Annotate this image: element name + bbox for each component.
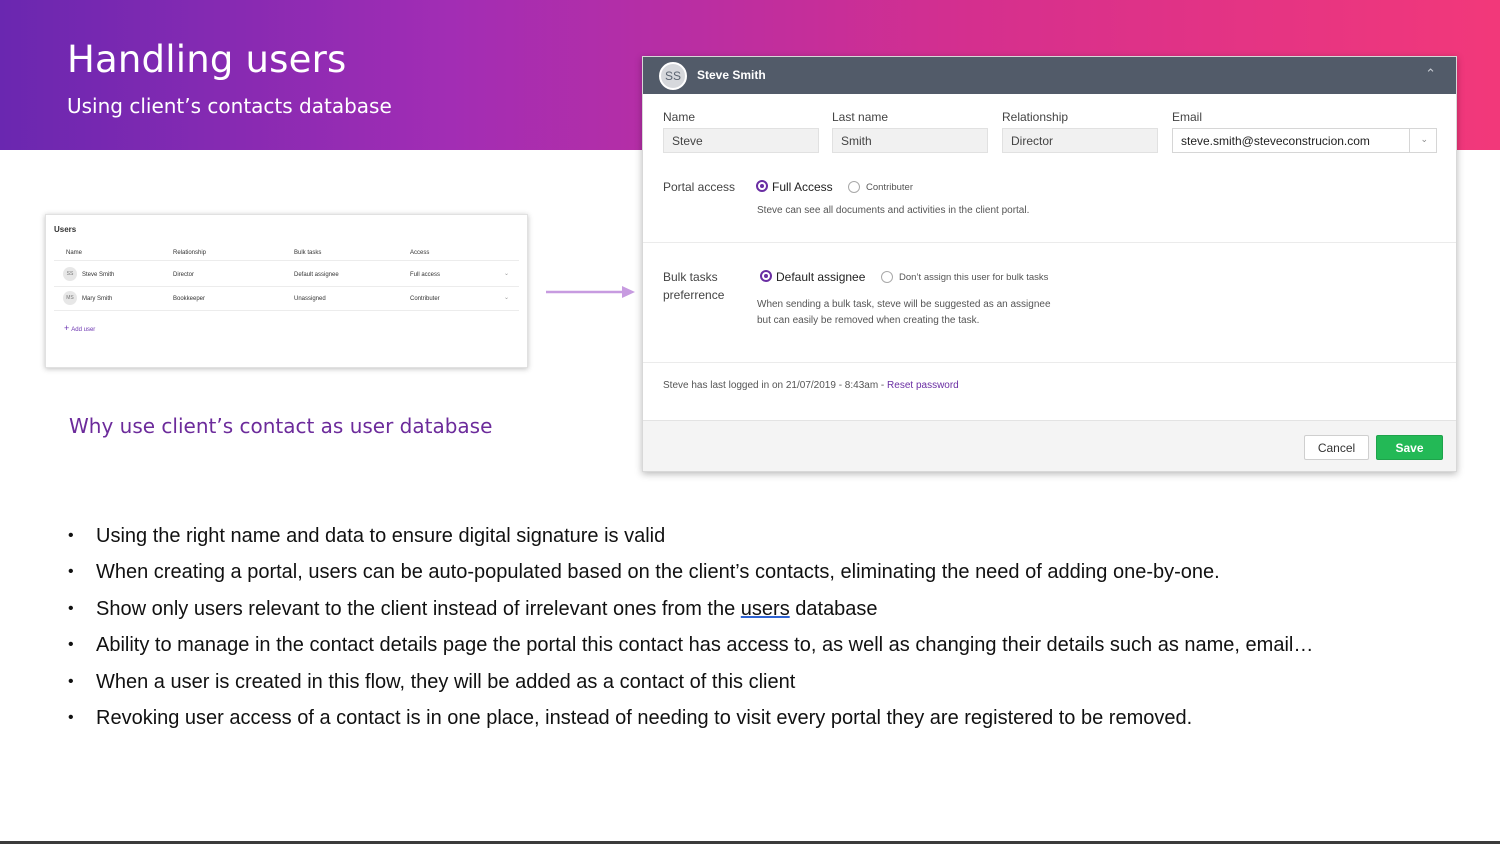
dont-assign-label[interactable]: Don’t assign this user for bulk tasks xyxy=(899,272,1048,283)
bullet-icon: • xyxy=(68,563,74,581)
radio-contributer[interactable] xyxy=(848,181,860,193)
bulk-tasks-label: Bulk tasks preferrence xyxy=(663,268,724,304)
add-user-button[interactable]: + Add user xyxy=(64,323,95,333)
slide-title: Handling users xyxy=(67,38,347,81)
name-field[interactable]: Steve xyxy=(663,128,819,153)
users-table-header: Name Relationship Bulk tasks Access xyxy=(54,245,519,261)
name-label: Name xyxy=(663,110,696,124)
row-bulk-tasks: Default assignee xyxy=(294,272,339,278)
benefits-list: • Using the right name and data to ensure… xyxy=(68,522,1468,740)
divider xyxy=(643,242,1456,243)
column-header-relationship: Relationship xyxy=(173,250,207,256)
contributer-label[interactable]: Contributer xyxy=(866,182,913,193)
radio-dont-assign[interactable] xyxy=(881,271,893,283)
column-header-access: Access xyxy=(410,250,430,256)
list-item: • When a user is created in this flow, th… xyxy=(68,668,1468,704)
users-link[interactable]: users xyxy=(741,598,790,620)
portal-access-label: Portal access xyxy=(663,180,736,194)
relationship-label: Relationship xyxy=(1002,110,1069,124)
bullet-text: When creating a portal, users can be aut… xyxy=(96,561,1220,584)
avatar: MS xyxy=(63,291,77,305)
column-header-bulk-tasks: Bulk tasks xyxy=(294,250,322,256)
last-name-label: Last name xyxy=(832,110,889,124)
bullet-icon: • xyxy=(68,672,74,690)
full-access-label[interactable]: Full Access xyxy=(772,180,833,194)
arrow-right-icon xyxy=(546,286,635,298)
bullet-text: When a user is created in this flow, the… xyxy=(96,670,796,693)
bullet-icon: • xyxy=(68,708,74,726)
bulk-tasks-help: When sending a bulk task, steve will be … xyxy=(757,299,1051,326)
column-header-name: Name xyxy=(66,250,83,256)
divider xyxy=(643,362,1456,363)
list-item: • When creating a portal, users can be au… xyxy=(68,558,1468,594)
row-relationship: Director xyxy=(173,272,195,278)
email-label: Email xyxy=(1172,110,1203,124)
bullet-text: database xyxy=(789,597,878,620)
row-access: Full access xyxy=(410,272,441,278)
panel-footer: Cancel Save xyxy=(643,420,1456,471)
bullet-text: Revoking user access of a contact is in … xyxy=(96,706,1193,729)
users-table-title: Users xyxy=(54,225,77,234)
bullet-icon: • xyxy=(68,599,74,617)
add-user-label: Add user xyxy=(71,327,96,333)
bullet-icon: • xyxy=(68,527,74,544)
avatar: SS xyxy=(659,62,687,90)
list-item: • Ability to manage in the contact detail… xyxy=(68,631,1468,667)
row-relationship: Bookkeeper xyxy=(173,296,206,302)
email-select[interactable]: steve.smith@steveconstrucion.com ⌄ xyxy=(1172,128,1437,153)
cancel-button[interactable]: Cancel xyxy=(1304,435,1369,460)
plus-icon: + xyxy=(64,323,70,333)
contact-detail-panel: SS Steve Smith ⌃ Name Last name Relation… xyxy=(642,56,1457,472)
email-value: steve.smith@steveconstrucion.com xyxy=(1181,134,1370,148)
relationship-field[interactable]: Director xyxy=(1002,128,1158,153)
bullet-text: Ability to manage in the contact details… xyxy=(96,634,1314,657)
bulk-tasks-label-line2: preferrence xyxy=(663,288,725,302)
row-access: Contributer xyxy=(410,296,440,302)
radio-full-access[interactable] xyxy=(756,180,768,192)
table-row[interactable]: SS Steve Smith Director Default assignee… xyxy=(54,263,519,287)
users-table-card: Users Name Relationship Bulk tasks Acces… xyxy=(45,214,528,368)
chevron-down-icon[interactable]: ⌄ xyxy=(504,294,509,301)
panel-header-name: Steve Smith xyxy=(697,68,766,82)
divider xyxy=(1409,129,1410,152)
avatar: SS xyxy=(63,267,77,281)
row-name: Mary Smith xyxy=(82,296,113,302)
save-button[interactable]: Save xyxy=(1376,435,1443,460)
row-bulk-tasks: Unassigned xyxy=(294,296,326,302)
slide-subtitle: Using client’s contacts database xyxy=(67,94,392,118)
radio-default-assignee[interactable] xyxy=(760,270,772,282)
last-name-field[interactable]: Smith xyxy=(832,128,988,153)
row-name: Steve Smith xyxy=(82,272,115,278)
bullet-text: Show only users relevant to the client i… xyxy=(96,597,741,620)
panel-header[interactable]: SS Steve Smith ⌃ xyxy=(643,57,1456,94)
chevron-down-icon[interactable]: ⌄ xyxy=(504,270,509,277)
portal-access-help: Steve can see all documents and activiti… xyxy=(757,205,1030,216)
list-item: • Using the right name and data to ensure… xyxy=(68,522,1468,558)
bullet-text: Using the right name and data to ensure … xyxy=(96,525,666,547)
list-item: • Show only users relevant to the client … xyxy=(68,595,1468,631)
table-row[interactable]: MS Mary Smith Bookkeeper Unassigned Cont… xyxy=(54,287,519,311)
default-assignee-label[interactable]: Default assignee xyxy=(776,270,865,284)
reset-password-link[interactable]: Reset password xyxy=(887,380,959,391)
last-login-note: Steve has last logged in on 21/07/2019 -… xyxy=(663,380,959,391)
bullet-icon: • xyxy=(68,636,74,654)
chevron-down-icon[interactable]: ⌄ xyxy=(1420,134,1428,145)
why-heading: Why use client’s contact as user databas… xyxy=(69,414,493,438)
last-login-text: Steve has last logged in on 21/07/2019 -… xyxy=(663,380,888,391)
bulk-tasks-label-line1: Bulk tasks xyxy=(663,270,718,284)
list-item: • Revoking user access of a contact is in… xyxy=(68,704,1468,740)
chevron-up-icon[interactable]: ⌃ xyxy=(1425,66,1436,82)
